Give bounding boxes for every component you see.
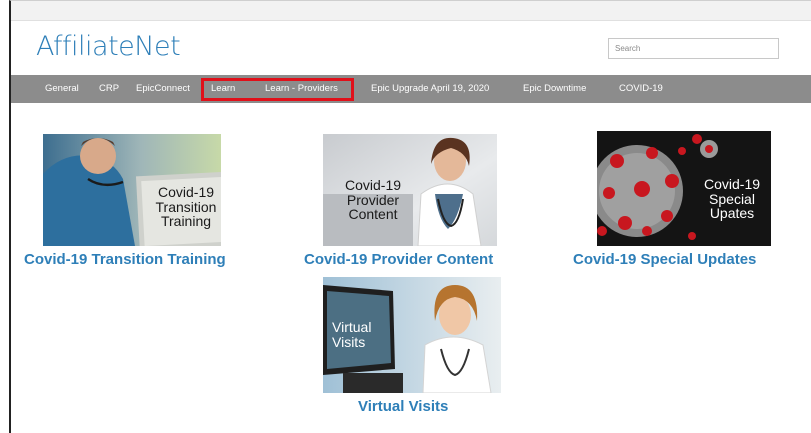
- search-input[interactable]: [608, 38, 779, 59]
- tile-special-updates[interactable]: Covid-19 Special Upates: [597, 131, 771, 246]
- nav-item-covid-19[interactable]: COVID-19: [619, 75, 663, 103]
- main-nav-bar: General CRP EpicConnect Learn Learn - Pr…: [11, 75, 811, 103]
- special-updates-image-text: Covid-19 Special Upates: [703, 176, 761, 222]
- nav-item-crp[interactable]: CRP: [99, 75, 119, 103]
- nav-item-learn[interactable]: Learn: [211, 75, 235, 103]
- browser-page: AffiliateNet General CRP EpicConnect Lea…: [9, 0, 811, 433]
- nav-item-epic-upgrade[interactable]: Epic Upgrade April 19, 2020: [371, 75, 489, 103]
- caption-provider-content[interactable]: Covid-19 Provider Content: [304, 251, 493, 268]
- nav-item-general[interactable]: General: [45, 75, 79, 103]
- virtual-visits-image-text: Virtual Visits: [332, 319, 372, 350]
- nav-item-epicconnect[interactable]: EpicConnect: [136, 75, 190, 103]
- nav-item-epic-downtime[interactable]: Epic Downtime: [523, 75, 586, 103]
- caption-transition-training[interactable]: Covid-19 Transition Training: [24, 251, 226, 268]
- caption-special-updates[interactable]: Covid-19 Special Updates: [573, 251, 756, 268]
- tile-provider-content[interactable]: Covid-19 Provider Content: [323, 134, 497, 246]
- nav-item-learn-providers[interactable]: Learn - Providers: [265, 75, 338, 103]
- top-strip: [11, 1, 811, 21]
- transition-training-image-text: Covid-19 Transition Training: [155, 184, 217, 230]
- tile-virtual-visits[interactable]: Virtual Visits: [323, 277, 501, 393]
- caption-virtual-visits[interactable]: Virtual Visits: [358, 398, 448, 415]
- tile-transition-training[interactable]: Covid-19 Transition Training: [43, 134, 223, 246]
- site-logo[interactable]: AffiliateNet: [36, 31, 181, 62]
- provider-content-image-text: Covid-19 Provider Content: [344, 177, 402, 223]
